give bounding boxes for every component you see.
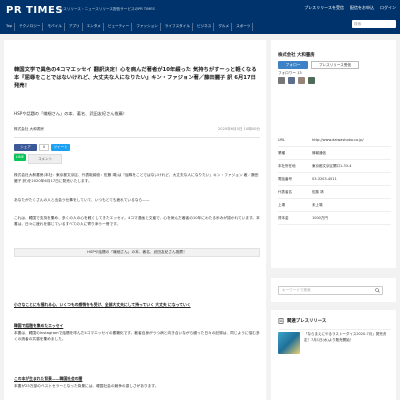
receive-press-link[interactable]: プレスリリースを受信 xyxy=(304,5,344,11)
header-search-input[interactable]: 検索 xyxy=(352,20,396,28)
section-heading: 韓国で話題を集めたエッセイ xyxy=(14,323,64,328)
info-value: 東京都文京区関口1-33-4 xyxy=(312,164,352,168)
company-info-row: 業種 情報通信 xyxy=(278,147,391,160)
category-item[interactable]: Top xyxy=(4,23,16,31)
follower-avatars xyxy=(278,77,315,84)
info-value: 未上場 xyxy=(312,203,323,207)
keyword-search-card: キーワードで検索 xyxy=(271,278,396,302)
share-count: 0 xyxy=(39,144,49,151)
related-title: 関連プレスリリース xyxy=(287,319,327,324)
related-header: 関連プレスリリース xyxy=(278,318,326,324)
category-nav: Top テクノロジー モバイル アプリ エンタメ ビューティー ファッション ラ… xyxy=(4,23,254,31)
article-meta: 株式会社 大和書房 2020年6月5日 10時00分 xyxy=(14,127,260,135)
article-panel: 韓国文学で異色の4コマエッセイ 翻訳決定！心を病んだ著者が10年綴った 気持ちが… xyxy=(4,40,266,400)
info-value: 情報通信 xyxy=(312,151,326,155)
info-key: 資本金 xyxy=(278,216,289,220)
keyword-search-input[interactable]: キーワードで検索 xyxy=(278,286,383,295)
category-item[interactable]: アプリ xyxy=(67,23,83,31)
company-info-row: URL http://www.daiwashobo.co.jp/ xyxy=(278,134,391,147)
related-thumbnail[interactable] xyxy=(278,332,300,354)
facebook-comment-button[interactable]: コメント xyxy=(28,154,62,164)
category-item[interactable]: グルメ xyxy=(216,23,233,31)
category-item[interactable]: テクノロジー xyxy=(17,23,44,31)
top-navigation-bar: PR TIMES プレスリリース・ニュースリリース配信サービスのPR TIMES… xyxy=(0,0,400,34)
company-card: 株式会社 大和書房 フォロー プレスリリース受信 フォロワー 13 URL ht… xyxy=(271,40,396,268)
follower-count: フォロワー 13 xyxy=(278,71,302,75)
image-caption: HSPや話題の「繊細さん」の本、著名、武田友紀さん推薦！ xyxy=(14,248,260,257)
line-share-button[interactable]: LINE xyxy=(14,154,26,161)
category-item[interactable]: ビジネス xyxy=(195,23,215,31)
avatar[interactable] xyxy=(308,77,315,84)
sidebar: 株式会社 大和書房 フォロー プレスリリース受信 フォロワー 13 URL ht… xyxy=(271,40,396,400)
article-highlight: 小さなことにも揺れる心、いくつもの感情をも受け、全部大丈夫にして持っていく 大丈… xyxy=(14,302,191,307)
apply-link[interactable]: 配信をお申込 xyxy=(350,5,374,11)
login-link[interactable]: ログイン xyxy=(380,5,396,11)
document-icon xyxy=(278,318,284,324)
company-url-link[interactable]: http://www.daiwashobo.co.jp/ xyxy=(312,138,364,142)
prtimes-logo[interactable]: PR TIMES xyxy=(6,5,63,16)
company-link[interactable]: 株式会社 大和書房 xyxy=(14,127,44,132)
header-links: プレスリリースを受信 配信をお申込 ログイン xyxy=(304,5,396,11)
avatar[interactable] xyxy=(278,77,285,84)
facebook-share-button[interactable]: シェア xyxy=(14,144,37,151)
article-paragraph: 本書が25万部のベストセラーとなった背景には、韓国社会の競争の激しさがあります。 xyxy=(14,384,159,388)
category-item[interactable]: エンタメ xyxy=(85,23,104,31)
avatar[interactable] xyxy=(288,77,295,84)
category-item[interactable]: ビューティー xyxy=(106,23,133,31)
section-heading: この本が生まれた背景——韓国社会の闇 xyxy=(14,376,83,381)
info-key: 代表者名 xyxy=(278,190,292,194)
company-info-row: 代表者名 佐藤 靖 xyxy=(278,186,391,199)
info-value: 03-3203-4511 xyxy=(312,177,337,181)
article-paragraph: 株式会社大和書房(本社：東京都文京区、代表取締役：佐藤 靖)は『屈辱をことではな… xyxy=(14,173,259,184)
company-name[interactable]: 株式会社 大和書房 xyxy=(278,52,315,58)
info-key: 本社所在地 xyxy=(278,164,296,168)
divider xyxy=(278,329,391,330)
follow-button[interactable]: フォロー xyxy=(278,61,308,69)
company-info-row: 資本金 1000万円 xyxy=(278,212,391,225)
related-article-link[interactable]: 「ならまえにやるラストーダイス2020-7月」発売決定！7月1日(水)より販売開… xyxy=(304,332,390,343)
category-item[interactable]: スポーツ xyxy=(234,23,254,31)
info-key: 上場 xyxy=(278,203,285,207)
company-info-row: 本社所在地 東京都文京区関口1-33-4 xyxy=(278,160,391,173)
site-tagline: プレスリリース・ニュースリリース配信サービスのPR TIMES xyxy=(56,7,155,11)
category-item[interactable]: モバイル xyxy=(45,23,65,31)
twitter-share-button[interactable]: ツイート xyxy=(51,144,70,151)
company-info-row: 電話番号 03-3203-4511 xyxy=(278,173,391,186)
related-press-card: 関連プレスリリース 「ならまえにやるラストーダイス2020-7月」発売決定！7月… xyxy=(271,310,396,400)
receive-press-button[interactable]: プレスリリース受信 xyxy=(311,61,359,69)
info-key: URL xyxy=(278,138,285,142)
article-paragraph: これは、韓国で支持を集め、多くの人の心を軽くしてきたエッセイ。4コマ漫画と文章で… xyxy=(14,216,260,227)
article-title: 韓国文学で異色の4コマエッセイ 翻訳決定！心を病んだ著者が10年綴った 気持ちが… xyxy=(14,67,257,89)
search-icon[interactable] xyxy=(375,288,380,293)
avatar[interactable] xyxy=(298,77,305,84)
category-item[interactable]: ファッション xyxy=(134,23,161,31)
info-value: 佐藤 靖 xyxy=(312,190,324,194)
info-value: 1000万円 xyxy=(312,216,328,220)
share-row-secondary: LINE コメント xyxy=(14,154,62,164)
article-paragraph: あなたがたくさんの人と出会う仕事をしていて、いつもとても疲れているなら—— xyxy=(14,198,150,202)
info-key: 業種 xyxy=(278,151,285,155)
article-paragraph: 本書は、韓国のInstagramで話題を呼んだ4コマエッセイの書籍化です。著者自… xyxy=(14,331,260,342)
info-key: 電話番号 xyxy=(278,177,292,181)
article-subtitle: HSPや話題の「繊細さん」の本、著名、武田友紀さん推薦！ xyxy=(14,111,128,116)
category-item[interactable]: ライフスタイル xyxy=(163,23,193,31)
publish-date: 2020年6月5日 10時00分 xyxy=(218,127,260,131)
company-info-row: 上場 未上場 xyxy=(278,199,391,212)
divider xyxy=(14,137,260,138)
